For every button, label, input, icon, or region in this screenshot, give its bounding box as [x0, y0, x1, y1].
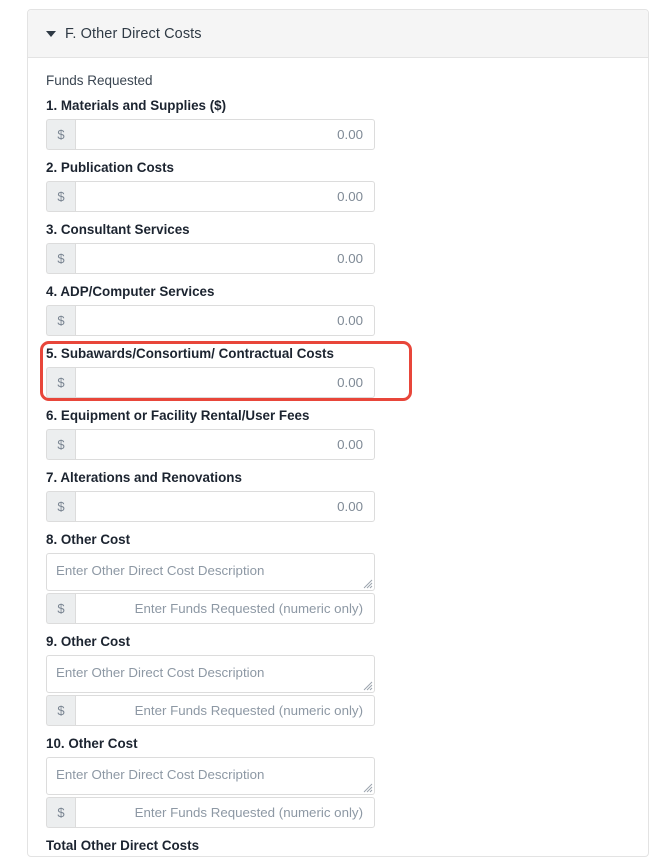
budget-item-label: 8. Other Cost [46, 532, 131, 547]
funds-requested-input[interactable] [75, 797, 375, 828]
currency-input-group: $ [46, 305, 375, 336]
funds-requested-input[interactable] [75, 593, 375, 624]
panel-title: F. Other Direct Costs [65, 25, 202, 42]
description-field-wrapper [46, 655, 375, 693]
budget-item-row: 1. Materials and Supplies ($) $ [46, 98, 630, 150]
currency-input-group: $ [46, 491, 375, 522]
currency-input-group: $ [46, 243, 375, 274]
currency-symbol-addon: $ [46, 797, 75, 828]
other-cost-description-input[interactable] [46, 655, 375, 693]
funds-requested-input[interactable] [75, 305, 375, 336]
funds-requested-label: Funds Requested [46, 73, 153, 88]
other-direct-costs-panel: F. Other Direct Costs Funds Requested 1.… [27, 9, 649, 857]
budget-item-label: 5. Subawards/Consortium/ Contractual Cos… [46, 346, 334, 361]
budget-item-label: 3. Consultant Services [46, 222, 190, 237]
currency-input-group: $ [46, 695, 375, 726]
currency-input-group: $ [46, 797, 375, 828]
currency-symbol-addon: $ [46, 491, 75, 522]
budget-item-row: 5. Subawards/Consortium/ Contractual Cos… [46, 346, 630, 398]
budget-form-page: F. Other Direct Costs Funds Requested 1.… [0, 0, 664, 868]
description-field-wrapper [46, 553, 375, 591]
budget-item-row: 10. Other Cost $ [46, 736, 630, 828]
currency-input-group: $ [46, 367, 375, 398]
budget-item-label: 1. Materials and Supplies ($) [46, 98, 227, 113]
budget-item-label: 10. Other Cost [46, 736, 138, 751]
funds-requested-input[interactable] [75, 695, 375, 726]
budget-items-list: 1. Materials and Supplies ($) $2. Publica… [46, 98, 630, 828]
budget-item-row: 9. Other Cost $ [46, 634, 630, 726]
total-other-direct-costs-label: Total Other Direct Costs [46, 838, 200, 853]
panel-body: Funds Requested 1. Materials and Supplie… [28, 58, 648, 854]
currency-symbol-addon: $ [46, 593, 75, 624]
panel-header-other-direct-costs[interactable]: F. Other Direct Costs [28, 10, 648, 58]
funds-requested-input[interactable] [75, 119, 375, 150]
budget-item-label: 6. Equipment or Facility Rental/User Fee… [46, 408, 310, 423]
chevron-down-icon[interactable] [46, 30, 56, 37]
description-field-wrapper [46, 757, 375, 795]
budget-item-label: 4. ADP/Computer Services [46, 284, 215, 299]
other-cost-description-input[interactable] [46, 757, 375, 795]
currency-input-group: $ [46, 119, 375, 150]
currency-input-group: $ [46, 429, 375, 460]
currency-symbol-addon: $ [46, 367, 75, 398]
budget-item-row: 2. Publication Costs $ [46, 160, 630, 212]
budget-item-label: 7. Alterations and Renovations [46, 470, 242, 485]
currency-symbol-addon: $ [46, 181, 75, 212]
funds-requested-input[interactable] [75, 181, 375, 212]
funds-requested-input[interactable] [75, 367, 375, 398]
budget-item-label: 9. Other Cost [46, 634, 131, 649]
budget-item-row: 7. Alterations and Renovations $ [46, 470, 630, 522]
funds-requested-input[interactable] [75, 491, 375, 522]
budget-item-row: 6. Equipment or Facility Rental/User Fee… [46, 408, 630, 460]
currency-symbol-addon: $ [46, 243, 75, 274]
currency-input-group: $ [46, 181, 375, 212]
currency-input-group: $ [46, 593, 375, 624]
currency-symbol-addon: $ [46, 305, 75, 336]
budget-item-label: 2. Publication Costs [46, 160, 174, 175]
currency-symbol-addon: $ [46, 119, 75, 150]
funds-requested-input[interactable] [75, 243, 375, 274]
budget-item-row: 3. Consultant Services $ [46, 222, 630, 274]
other-cost-description-input[interactable] [46, 553, 375, 591]
budget-item-row: 8. Other Cost $ [46, 532, 630, 624]
currency-symbol-addon: $ [46, 429, 75, 460]
funds-requested-input[interactable] [75, 429, 375, 460]
budget-item-row: 4. ADP/Computer Services $ [46, 284, 630, 336]
currency-symbol-addon: $ [46, 695, 75, 726]
